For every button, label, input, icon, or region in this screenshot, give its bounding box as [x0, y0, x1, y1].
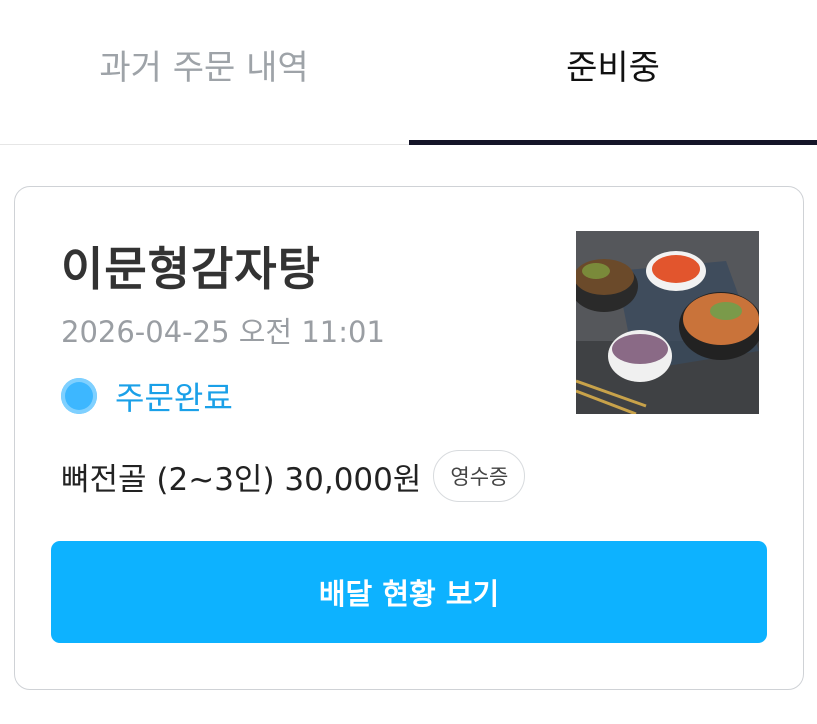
food-photo-icon — [576, 231, 759, 414]
tab-past-orders-label: 과거 주문 내역 — [99, 48, 309, 88]
tab-past-orders[interactable]: 과거 주문 내역 — [0, 0, 408, 145]
active-tab-indicator — [409, 140, 817, 145]
delivery-status-button[interactable]: 배달 현황 보기 — [51, 541, 767, 643]
tab-preparing-label: 준비중 — [566, 48, 660, 88]
status-dot-icon — [61, 378, 97, 414]
order-card[interactable]: 이문형감자탕 2026-04-25 오전 11:01 주문완료 뼈전골 (2~3… — [14, 186, 804, 690]
store-name: 이문형감자탕 — [61, 242, 321, 296]
status-text: 주문완료 — [115, 379, 233, 417]
order-item-summary: 뼈전골 (2~3인) 30,000원 — [61, 461, 422, 498]
tab-preparing[interactable]: 준비중 — [409, 0, 817, 145]
order-datetime: 2026-04-25 오전 11:01 — [61, 315, 385, 349]
order-tabs: 과거 주문 내역 준비중 — [0, 0, 817, 145]
receipt-button[interactable]: 영수증 — [433, 450, 526, 502]
order-status: 주문완료 — [61, 373, 233, 419]
order-item-row: 뼈전골 (2~3인) 30,000원 영수증 — [61, 449, 526, 503]
